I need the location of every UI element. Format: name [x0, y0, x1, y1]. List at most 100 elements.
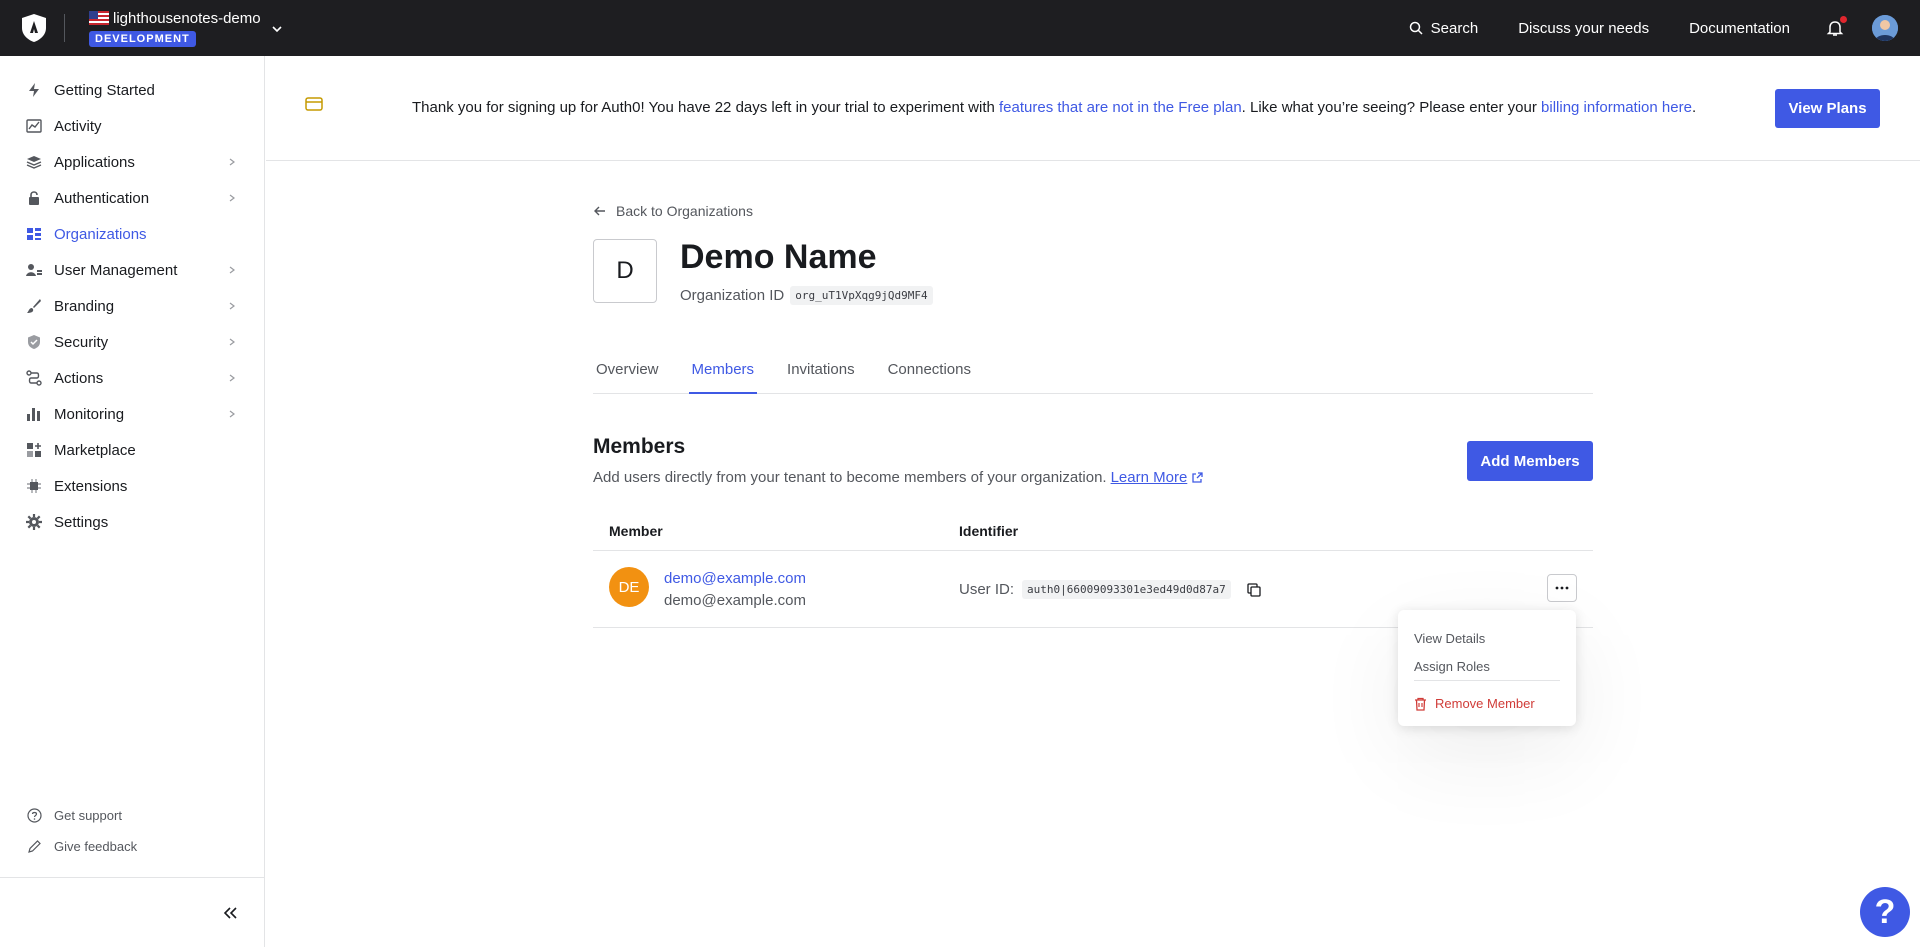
sidebar-item-applications[interactable]: Applications — [0, 144, 264, 180]
sidebar-nav: Getting Started Activity Applications Au… — [0, 56, 264, 540]
sidebar-item-extensions[interactable]: Extensions — [0, 468, 264, 504]
sidebar-item-user-management[interactable]: User Management — [0, 252, 264, 288]
sidebar-item-label: User Management — [54, 261, 178, 279]
sidebar-item-label: Marketplace — [54, 441, 136, 459]
sidebar-item-organizations[interactable]: Organizations — [0, 216, 264, 252]
sidebar-item-label: Actions — [54, 369, 104, 387]
sidebar-item-label: Getting Started — [54, 81, 155, 99]
tab-invitations[interactable]: Invitations — [784, 357, 858, 394]
search-label: Search — [1430, 19, 1479, 37]
gear-icon — [25, 513, 43, 531]
sidebar-footer: Get support Give feedback — [0, 800, 264, 862]
sidebar-item-actions[interactable]: Actions — [0, 360, 264, 396]
topbar-divider — [64, 14, 65, 42]
notification-dot — [1840, 16, 1847, 23]
members-table-header: Member Identifier — [593, 519, 1593, 551]
tenant-switcher[interactable]: lighthousenotes-demo DEVELOPMENT — [89, 10, 261, 47]
activity-chart-icon — [25, 117, 43, 135]
organization-tabs: Overview Members Invitations Connections — [593, 357, 1593, 394]
organization-id: Organization ID org_uT1VpXqg9jQd9MF4 — [680, 286, 933, 305]
menu-item-remove-member[interactable]: Remove Member — [1414, 696, 1535, 711]
sidebar-item-label: Authentication — [54, 189, 150, 207]
members-heading: Members — [593, 435, 686, 458]
member-name-link[interactable]: demo@example.com — [664, 570, 806, 587]
member-avatar: DE — [609, 567, 649, 607]
documentation-link[interactable]: Documentation — [1689, 20, 1790, 37]
credit-card-icon — [305, 97, 323, 111]
collapse-sidebar-icon[interactable] — [222, 906, 238, 920]
us-flag-icon — [89, 11, 109, 25]
member-identifier: User ID: auth0|66009093301e3ed49d0d87a7 — [959, 580, 1261, 599]
search-icon — [1409, 21, 1423, 35]
tenant-name[interactable]: lighthousenotes-demo — [113, 10, 261, 27]
search-button[interactable]: Search — [1409, 19, 1479, 37]
user-id-label: User ID: — [959, 581, 1015, 598]
extension-chip-icon — [25, 477, 43, 495]
more-horizontal-icon — [1555, 586, 1569, 590]
brush-icon — [25, 297, 43, 315]
learn-more-link[interactable]: Learn More — [1111, 469, 1188, 486]
get-support-label: Get support — [54, 808, 122, 823]
external-link-icon[interactable] — [1191, 471, 1203, 484]
shield-icon — [25, 333, 43, 351]
discuss-needs-link[interactable]: Discuss your needs — [1518, 20, 1649, 37]
chevron-right-icon — [229, 374, 235, 382]
user-avatar[interactable] — [1872, 15, 1898, 41]
tab-overview[interactable]: Overview — [593, 357, 662, 394]
pencil-icon — [28, 840, 41, 853]
layers-icon — [25, 153, 43, 171]
arrow-left-icon — [594, 206, 605, 216]
menu-item-assign-roles[interactable]: Assign Roles — [1414, 659, 1490, 674]
sidebar-item-label: Applications — [54, 153, 135, 171]
auth0-logo-icon[interactable] — [20, 13, 48, 43]
lock-icon — [25, 189, 43, 207]
chevron-right-icon — [229, 158, 235, 166]
members-description-text: Add users directly from your tenant to b… — [593, 469, 1107, 486]
sidebar-item-marketplace[interactable]: Marketplace — [0, 432, 264, 468]
row-actions-menu: View Details Assign Roles Remove Member — [1398, 610, 1576, 726]
billing-information-link[interactable]: billing information here — [1541, 99, 1692, 116]
organization-id-label: Organization ID — [680, 287, 785, 304]
sidebar-item-branding[interactable]: Branding — [0, 288, 264, 324]
sidebar-item-security[interactable]: Security — [0, 324, 264, 360]
environment-badge: DEVELOPMENT — [89, 30, 196, 47]
trial-message: Thank you for signing up for Auth0! You … — [412, 99, 1696, 116]
sidebar-item-label: Settings — [54, 513, 109, 531]
column-header-identifier: Identifier — [959, 523, 1019, 539]
trial-text-1: Thank you for signing up for Auth0! You … — [412, 99, 1000, 116]
sidebar-item-authentication[interactable]: Authentication — [0, 180, 264, 216]
free-plan-features-link[interactable]: features that are not in the Free plan — [999, 99, 1242, 116]
flow-icon — [25, 369, 43, 387]
back-to-organizations-link[interactable]: Back to Organizations — [594, 203, 753, 219]
copy-icon[interactable] — [1247, 582, 1261, 597]
trial-banner: Thank you for signing up for Auth0! You … — [266, 56, 1920, 161]
top-bar: lighthousenotes-demo DEVELOPMENT Search … — [0, 0, 1920, 56]
sidebar-item-monitoring[interactable]: Monitoring — [0, 396, 264, 432]
tab-members[interactable]: Members — [688, 357, 758, 394]
add-members-button[interactable]: Add Members — [1467, 441, 1593, 481]
sidebar-item-label: Branding — [54, 297, 115, 315]
sidebar-item-settings[interactable]: Settings — [0, 504, 264, 540]
member-email: demo@example.com — [664, 592, 806, 609]
user-photo-icon — [1872, 15, 1898, 41]
notifications-button[interactable] — [1826, 16, 1847, 37]
give-feedback-link[interactable]: Give feedback — [0, 831, 264, 862]
sidebar-item-getting-started[interactable]: Getting Started — [0, 72, 264, 108]
chevron-right-icon — [229, 338, 235, 346]
chevron-right-icon — [229, 194, 235, 202]
tab-connections[interactable]: Connections — [885, 357, 974, 394]
users-icon — [25, 261, 43, 279]
row-actions-button[interactable] — [1547, 574, 1577, 602]
help-circle-icon — [27, 808, 42, 823]
menu-item-view-details[interactable]: View Details — [1414, 631, 1485, 646]
sidebar-item-activity[interactable]: Activity — [0, 108, 264, 144]
chevron-down-icon[interactable] — [271, 23, 283, 35]
sidebar-item-label: Security — [54, 333, 109, 351]
view-plans-button[interactable]: View Plans — [1775, 89, 1880, 128]
organization-id-value[interactable]: org_uT1VpXqg9jQd9MF4 — [790, 286, 933, 305]
sidebar-item-label: Organizations — [54, 225, 147, 243]
get-support-link[interactable]: Get support — [0, 800, 264, 831]
organization-grid-icon — [25, 225, 43, 243]
sidebar: Getting Started Activity Applications Au… — [0, 56, 265, 947]
help-button[interactable]: ? — [1860, 887, 1910, 937]
